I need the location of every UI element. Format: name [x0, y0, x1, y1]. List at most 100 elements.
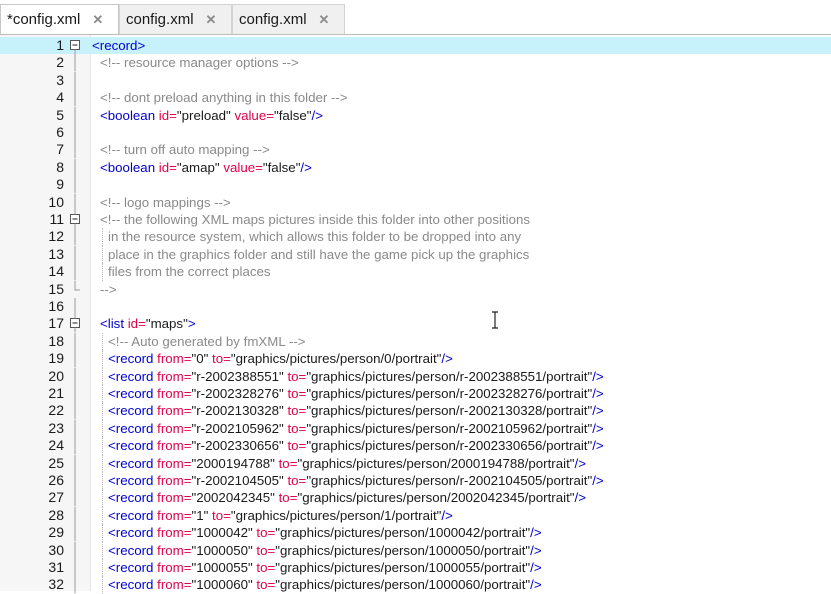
code-line[interactable]: 11 <!-- the following XML maps pictures i…	[0, 211, 831, 229]
line-number: 27	[48, 489, 64, 506]
code-line[interactable]: 16	[0, 298, 831, 316]
code-text: <!-- resource manager options -->	[100, 54, 299, 71]
code-text: <!-- the following XML maps pictures ins…	[100, 211, 530, 228]
code-text: <!-- logo mappings -->	[100, 194, 231, 211]
token-tg: />	[574, 490, 586, 506]
code-line[interactable]: 25 <record from="2000194788" to="graphics…	[0, 454, 831, 472]
indent-guide	[102, 332, 103, 351]
token-at: from=	[157, 351, 192, 367]
code-line[interactable]: 18 <!-- Auto generated by fmXML -->	[0, 332, 831, 351]
token-tg: />	[530, 525, 542, 541]
code-text: -->	[100, 281, 117, 298]
tab-label: *config.xml	[7, 11, 81, 28]
code-line[interactable]: 21 <record from="r-2002328276" to="graphi…	[0, 385, 831, 403]
code-text: <record from="r-2002105962" to="graphics…	[108, 420, 604, 437]
close-icon[interactable]: ✕	[92, 12, 103, 28]
token-at: to=	[256, 560, 276, 575]
indent-guide	[102, 419, 103, 438]
code-text: <record from="1000042" to="graphics/pict…	[108, 524, 542, 541]
text-cursor-icon	[492, 311, 498, 329]
token-tx: "amap"	[176, 159, 224, 175]
token-tx: "graphics/pictures/person/r-2002330656/p…	[306, 438, 593, 454]
code-editor[interactable]: 1 <record> 2 <!-- resource manager options …	[0, 35, 831, 594]
line-number: 26	[48, 472, 64, 488]
code-text: <!-- dont preload anything in this folde…	[100, 89, 348, 106]
line-number: 25	[48, 454, 64, 471]
indent-guide	[102, 263, 103, 281]
code-text: files from the correct places	[108, 263, 271, 280]
line-number: 4	[56, 89, 64, 106]
code-line[interactable]: 9	[0, 176, 831, 194]
line-number: 13	[48, 245, 64, 262]
token-tx: "r-2002130328"	[191, 403, 288, 419]
code-line[interactable]: 2 <!-- resource manager options -->	[0, 54, 831, 72]
code-text: <record from="r-2002328276" to="graphics…	[108, 385, 604, 402]
token-tx: "graphics/pictures/person/r-2002104505/p…	[306, 473, 593, 488]
code-line[interactable]: 4 <!-- dont preload anything in this fold…	[0, 89, 831, 107]
code-line[interactable]: 31 <record from="1000055" to="graphics/pi…	[0, 559, 831, 577]
code-line[interactable]: 12 in the resource system, which allows t…	[0, 228, 831, 246]
line-number: 23	[48, 419, 64, 436]
code-line[interactable]: 17 <list id="maps">	[0, 315, 831, 333]
token-tx: "2002042345"	[191, 490, 279, 506]
tab-config-modified[interactable]: *config.xml ✕	[0, 4, 119, 34]
code-line[interactable]: 15 -->	[0, 280, 831, 298]
fold-line-icon	[74, 71, 76, 90]
token-at: to=	[212, 351, 231, 367]
token-tg: />	[592, 420, 604, 436]
token-tx: "maps"	[145, 316, 188, 332]
code-line[interactable]: 26 <record from="r-2002104505" to="graphi…	[0, 472, 831, 490]
tab-config-3[interactable]: config.xml ✕	[232, 4, 345, 34]
code-line[interactable]: 20 <record from="r-2002388551" to="graphi…	[0, 367, 831, 385]
code-text: <record from="2000194788" to="graphics/p…	[108, 455, 586, 472]
code-line[interactable]: 24 <record from="r-2002330656" to="graphi…	[0, 437, 831, 455]
token-tg: <record	[108, 473, 158, 488]
line-number: 14	[48, 263, 64, 280]
token-tg: <record	[108, 455, 158, 471]
token-tx: "graphics/pictures/person/0/portrait"	[230, 351, 442, 367]
code-line[interactable]: 14 files from the correct places	[0, 263, 831, 281]
code-line[interactable]: 13 place in the graphics folder and still…	[0, 245, 831, 264]
code-line[interactable]: 22 <record from="r-2002130328" to="graphi…	[0, 402, 831, 420]
token-at: from=	[157, 438, 192, 454]
token-at: to=	[278, 455, 298, 471]
code-line[interactable]: 29 <record from="1000042" to="graphics/pi…	[0, 524, 831, 542]
tab-config-2[interactable]: config.xml ✕	[119, 4, 232, 34]
token-tx: "r-2002328276"	[191, 386, 288, 401]
token-cm: <!-- turn off auto mapping -->	[100, 142, 270, 158]
code-text: <record from="0" to="graphics/pictures/p…	[108, 350, 453, 367]
token-cm: place in the graphics folder and still h…	[108, 246, 530, 262]
code-line[interactable]: 8 <boolean id="amap" value="false"/>	[0, 158, 831, 177]
token-tx: "r-2002104505"	[191, 473, 288, 488]
code-line[interactable]: 6	[0, 124, 831, 142]
indent-guide	[102, 472, 103, 490]
code-line[interactable]: 30 <record from="1000050" to="graphics/pi…	[0, 541, 831, 559]
line-number: 5	[56, 106, 64, 123]
code-line[interactable]: 7 <!-- turn off auto mapping -->	[0, 141, 831, 159]
close-icon[interactable]: ✕	[206, 12, 217, 28]
token-at: to=	[287, 420, 307, 436]
token-tx: "0"	[191, 351, 213, 367]
indent-guide	[102, 385, 103, 403]
code-line[interactable]: 5 <boolean id="preload" value="false"/>	[0, 106, 831, 124]
code-line[interactable]: 1 <record>	[0, 37, 831, 55]
code-text: <record from="2002042345" to="graphics/p…	[108, 489, 586, 506]
fold-line-icon	[74, 124, 76, 142]
code-line[interactable]: 28 <record from="1" to="graphics/pictures…	[0, 506, 831, 525]
token-tx: "false"	[274, 107, 312, 123]
token-at: from=	[157, 420, 192, 436]
indent-guide	[102, 576, 103, 594]
code-line[interactable]: 32 <record from="1000060" to="graphics/pi…	[0, 576, 831, 594]
indent-guide	[102, 506, 103, 525]
close-icon[interactable]: ✕	[319, 12, 330, 28]
line-number: 24	[48, 437, 64, 454]
code-line[interactable]: 3	[0, 71, 831, 90]
token-tg: <record	[108, 560, 158, 575]
code-line[interactable]: 10 <!-- logo mappings -->	[0, 193, 831, 211]
code-line[interactable]: 27 <record from="2002042345" to="graphics…	[0, 489, 831, 507]
code-line[interactable]: 19 <record from="0" to="graphics/pictures…	[0, 350, 831, 368]
token-at: from=	[157, 455, 192, 471]
code-line[interactable]: 23 <record from="r-2002105962" to="graphi…	[0, 419, 831, 438]
token-tx: "graphics/pictures/person/2002042345/por…	[297, 490, 575, 506]
token-at: from=	[157, 525, 192, 541]
